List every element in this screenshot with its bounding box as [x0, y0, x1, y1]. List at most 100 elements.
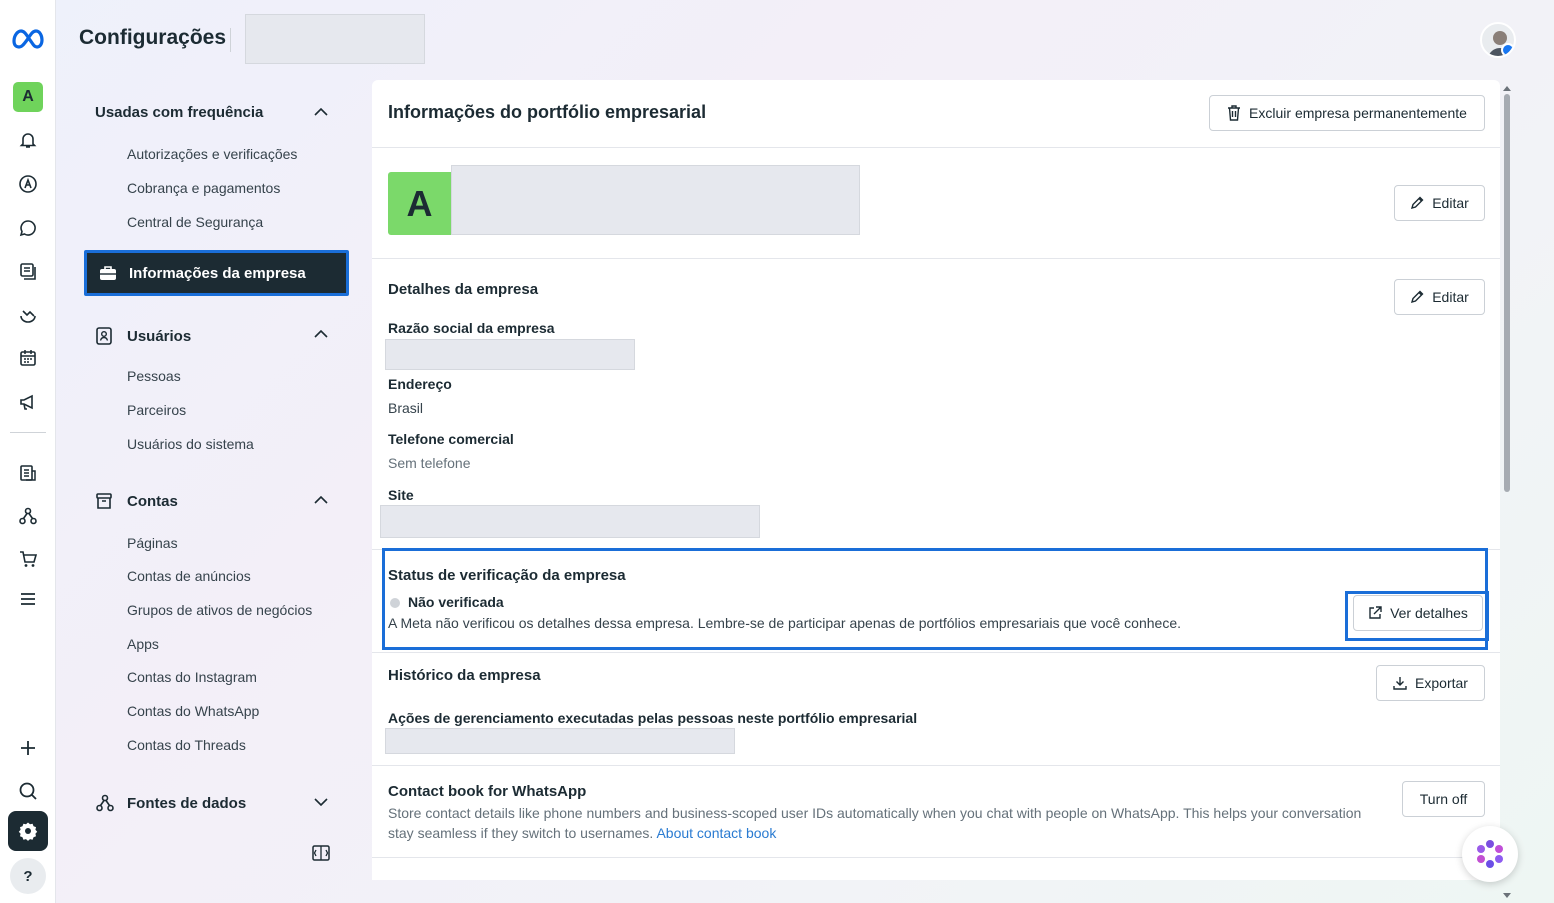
sidebar-item-system-users[interactable]: Usuários do sistema [127, 436, 254, 452]
verification-title: Status de verificação da empresa [388, 567, 626, 584]
section-frequent[interactable]: Usadas com frequência [95, 104, 263, 121]
help-label: ? [23, 867, 33, 885]
sidebar-item-authorizations[interactable]: Autorizações e verificações [127, 146, 297, 162]
business-avatar: A [388, 172, 451, 235]
sidebar-item-pages[interactable]: Páginas [127, 535, 178, 551]
divider [372, 147, 1500, 148]
chat-icon[interactable] [8, 212, 48, 244]
contact-book-link[interactable]: About contact book [656, 825, 776, 841]
settings-sidebar: Usadas com frequência Autorizações e ver… [56, 80, 366, 880]
section-frequent-title: Usadas com frequência [95, 104, 264, 121]
phone-value: Sem telefone [388, 455, 471, 471]
collapse-sidebar-icon[interactable] [312, 845, 330, 866]
legal-name-redacted [385, 339, 635, 370]
next-section-clipped [388, 875, 678, 880]
panel-title: Informações do portfólio empresarial [388, 102, 707, 122]
sidebar-item-ad-accounts[interactable]: Contas de anúncios [127, 568, 251, 584]
edit-details-button[interactable]: Editar [1394, 279, 1485, 315]
sidebar-item-instagram-accounts[interactable]: Contas do Instagram [127, 669, 257, 685]
section-accounts[interactable]: Contas [95, 492, 178, 510]
scroll-down-icon[interactable] [1502, 892, 1512, 900]
sidebar-item-threads-accounts[interactable]: Contas do Threads [127, 737, 246, 753]
header-divider [230, 28, 231, 52]
calendar-icon[interactable] [8, 342, 48, 374]
verification-description: A Meta não verificou os detalhes dessa e… [388, 615, 1182, 631]
sidebar-item-security-center[interactable]: Central de Segurança [127, 214, 263, 230]
facebook-badge-icon [1501, 43, 1514, 56]
trash-icon [1227, 105, 1241, 121]
account-initial: A [13, 82, 43, 112]
business-portfolio-selector[interactable] [245, 14, 425, 64]
history-actions-label: Ações de gerenciamento executadas pelas … [388, 710, 918, 726]
sidebar-item-whatsapp-accounts[interactable]: Contas do WhatsApp [127, 703, 259, 719]
reports-icon[interactable] [8, 457, 48, 489]
view-details-button[interactable]: Ver detalhes [1353, 595, 1483, 631]
bell-icon[interactable] [8, 124, 48, 156]
settings-button[interactable] [8, 811, 48, 851]
assistant-button[interactable] [1462, 826, 1518, 882]
user-avatar[interactable] [1480, 22, 1516, 58]
sidebar-item-people[interactable]: Pessoas [127, 368, 181, 384]
users-icon [95, 326, 115, 346]
plus-icon[interactable] [8, 732, 48, 764]
section-data-sources[interactable]: Fontes de dados [95, 793, 246, 813]
details-title: Detalhes da empresa [388, 281, 539, 298]
business-name-redacted [451, 165, 860, 235]
history-title: Histórico da empresa [388, 667, 541, 684]
delete-business-label: Excluir empresa permanentemente [1249, 105, 1467, 121]
pencil-icon [1410, 196, 1424, 210]
contact-book-description-text: Store contact details like phone numbers… [388, 805, 1362, 841]
verification-highlight [382, 548, 1488, 650]
meta-logo-icon[interactable] [8, 22, 48, 54]
sidebar-item-business-info[interactable]: Informações da empresa [84, 250, 349, 296]
download-icon [1393, 676, 1407, 690]
account-avatar[interactable]: A [8, 81, 48, 113]
export-button[interactable]: Exportar [1376, 665, 1485, 701]
address-value: Brasil [388, 400, 424, 416]
pencil-icon [1410, 290, 1424, 304]
legal-name-label: Razão social da empresa [388, 320, 555, 336]
assistant-flower-icon [1477, 840, 1503, 868]
megaphone-icon[interactable] [8, 386, 48, 418]
edit-details-label: Editar [1432, 289, 1469, 305]
data-sources-icon [95, 793, 115, 813]
divider [372, 258, 1500, 259]
ads-icon[interactable] [8, 168, 48, 200]
gear-icon [18, 822, 38, 841]
view-details-label: Ver detalhes [1390, 605, 1468, 621]
divider [372, 857, 1500, 858]
site-redacted [380, 505, 760, 538]
contact-book-title: Contact book for WhatsApp [388, 783, 587, 800]
content-icon[interactable] [8, 255, 48, 287]
insights-icon[interactable] [8, 298, 48, 330]
scroll-thumb[interactable] [1504, 94, 1510, 492]
contact-book-toggle-button[interactable]: Turn off [1402, 781, 1485, 817]
edit-profile-button[interactable]: Editar [1394, 185, 1485, 221]
chevron-up-icon[interactable] [312, 491, 330, 509]
external-link-icon [1368, 606, 1382, 620]
section-users[interactable]: Usuários [95, 326, 191, 346]
contact-book-toggle-label: Turn off [1419, 791, 1468, 807]
status-dot [390, 598, 400, 608]
cart-icon[interactable] [8, 543, 48, 575]
chevron-up-icon[interactable] [312, 325, 330, 343]
help-button[interactable]: ? [10, 858, 46, 894]
search-icon[interactable] [8, 775, 48, 807]
address-label: Endereço [388, 376, 452, 392]
contact-book-description: Store contact details like phone numbers… [388, 803, 1388, 843]
rail-divider [10, 432, 46, 433]
delete-business-button[interactable]: Excluir empresa permanentemente [1209, 95, 1485, 131]
page-title: Configurações [79, 26, 227, 49]
scroll-up-icon[interactable] [1502, 84, 1512, 92]
menu-icon[interactable] [8, 583, 48, 615]
sidebar-item-apps[interactable]: Apps [127, 636, 159, 652]
archive-icon [95, 492, 115, 510]
sidebar-item-asset-groups[interactable]: Grupos de ativos de negócios [127, 602, 312, 618]
sidebar-item-partners[interactable]: Parceiros [127, 402, 186, 418]
chevron-down-icon[interactable] [312, 793, 330, 811]
divider [372, 652, 1500, 653]
sidebar-item-billing[interactable]: Cobrança e pagamentos [127, 180, 280, 196]
chevron-up-icon[interactable] [312, 103, 330, 121]
business-network-icon[interactable] [8, 500, 48, 532]
section-data-sources-title: Fontes de dados [127, 794, 247, 812]
